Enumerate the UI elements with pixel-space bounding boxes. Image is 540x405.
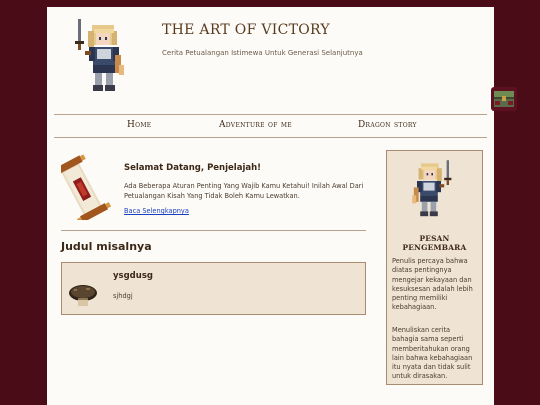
sidebar-title: PESAN PENGEMBARA	[402, 234, 467, 252]
sidebar-panel: PESAN PENGEMBARA Penulis percaya bahwa d…	[386, 150, 483, 385]
welcome-text: Ada Beberapa Aturan Penting Yang Wajib K…	[124, 182, 364, 200]
scroll-icon	[61, 154, 111, 220]
site-header: THE ART OF VICTORY Cerita Petualangan Is…	[47, 7, 494, 115]
pixel-knight-sprite	[412, 160, 452, 217]
main-nav: Home Adventure of me Dragon story	[54, 114, 487, 138]
mushroom-icon	[69, 285, 97, 306]
content-divider	[61, 230, 366, 231]
treasure-chest-icon[interactable]	[491, 87, 517, 111]
pixel-knight-sprite[interactable]	[72, 17, 126, 97]
nav-item-adventure[interactable]: Adventure of me	[219, 120, 292, 130]
welcome-title: Selamat Datang, Penjelajah!	[124, 163, 262, 173]
site-title[interactable]: THE ART OF VICTORY	[162, 22, 330, 38]
post-title[interactable]: ysgdusg	[113, 271, 153, 281]
nav-item-dragon-story[interactable]: Dragon story	[358, 120, 417, 130]
post-excerpt: sjhdgj	[113, 292, 133, 300]
posts-heading: Judul misalnya	[61, 240, 152, 253]
sidebar-paragraph: Penulis percaya bahwa diatas pentingnya …	[392, 257, 473, 312]
post-card[interactable]: ysgdusg sjhdgj	[61, 262, 366, 315]
sidebar-paragraph: Menuliskan cerita bahagia sama seperti m…	[392, 326, 473, 381]
read-more-link[interactable]: Baca Selengkapnya	[124, 207, 189, 215]
welcome-section: Selamat Datang, Penjelajah! Ada Beberapa…	[61, 154, 366, 226]
nav-item-home[interactable]: Home	[127, 120, 152, 130]
site-tagline: Cerita Petualangan Istimewa Untuk Genera…	[162, 49, 363, 57]
page-container: THE ART OF VICTORY Cerita Petualangan Is…	[47, 7, 494, 405]
